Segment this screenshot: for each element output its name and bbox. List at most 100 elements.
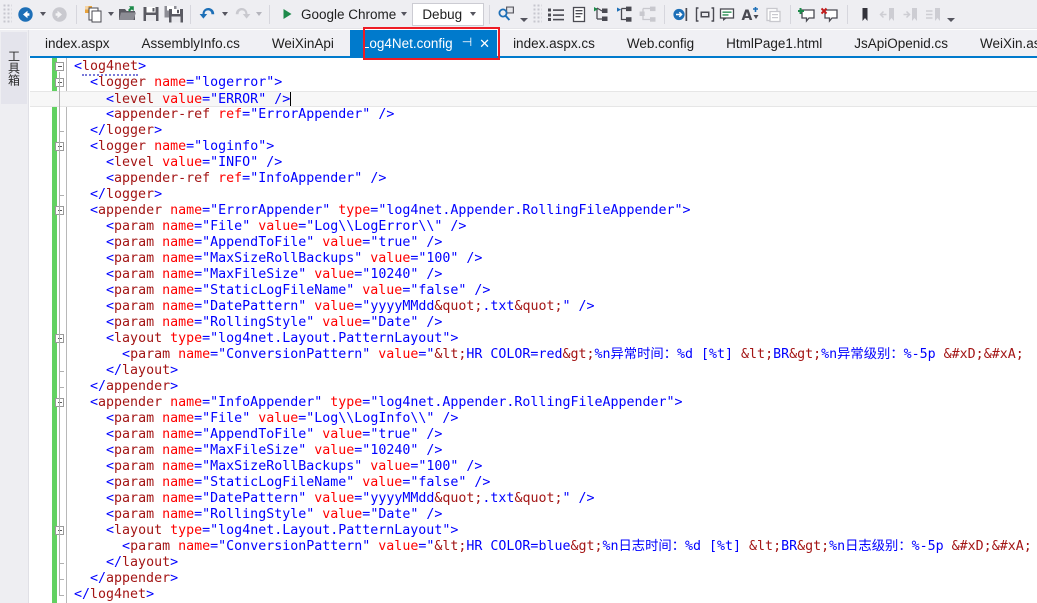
code-line-text: <appender name="InfoAppender" type="log4… — [90, 395, 683, 410]
class-view-button[interactable] — [613, 3, 636, 26]
code-line[interactable]: <log4net> — [30, 59, 1037, 76]
code-line[interactable]: <logger name="loginfo"> — [30, 139, 1037, 155]
code-line[interactable]: <param name="ConversionPattern" value="&… — [30, 347, 1037, 363]
code-line[interactable]: </log4net> — [30, 587, 1037, 603]
document-tab[interactable]: WeiXin.asl — [964, 30, 1037, 56]
code-line-text: <param name="File" value="Log\\LogInfo\\… — [106, 411, 459, 426]
code-line-text: </appender> — [90, 379, 179, 394]
pin-tab-icon[interactable]: ⊣ — [462, 36, 472, 48]
redo-dropdown[interactable] — [253, 3, 264, 25]
code-line-text: <param name="AppendToFile" value="true" … — [106, 427, 443, 442]
code-line[interactable]: <param name="MaxSizeRollBackups" value="… — [30, 459, 1037, 475]
code-line[interactable]: <param name="MaxSizeRollBackups" value="… — [30, 251, 1037, 267]
code-line[interactable]: <param name="DatePattern" value="yyyyMMd… — [30, 299, 1037, 315]
code-editor[interactable]: <log4net> <logger name="logerror"> <leve… — [30, 56, 1037, 603]
navigate-backward-button[interactable] — [14, 3, 37, 26]
document-tab[interactable]: index.aspx.cs — [497, 30, 611, 56]
toolbar-grip[interactable] — [3, 4, 12, 24]
debug-target-dropdown[interactable] — [398, 3, 409, 25]
code-line[interactable]: <param name="RollingStyle" value="Date" … — [30, 507, 1037, 523]
code-line[interactable]: <appender name="ErrorAppender" type="log… — [30, 203, 1037, 219]
object-browser-button[interactable] — [590, 3, 613, 26]
code-text-area[interactable]: <log4net> <logger name="logerror"> <leve… — [30, 59, 1037, 603]
document-tab[interactable]: AssemblyInfo.cs — [125, 30, 256, 56]
code-line[interactable]: <appender name="InfoAppender" type="log4… — [30, 395, 1037, 411]
save-all-button[interactable] — [162, 3, 185, 26]
code-line[interactable]: <param name="ConversionPattern" value="&… — [30, 539, 1037, 555]
code-line-text: <param name="AppendToFile" value="true" … — [106, 235, 443, 250]
toolbox-tab[interactable]: 工具箱 — [1, 32, 27, 104]
code-line[interactable]: <level value="INFO" /> — [30, 155, 1037, 171]
code-line[interactable]: </layout> — [30, 555, 1037, 571]
navigate-backward-dropdown[interactable] — [37, 3, 48, 25]
hierarchy-icon — [593, 6, 608, 21]
code-line[interactable]: </logger> — [30, 123, 1037, 139]
start-debug-button[interactable] — [275, 3, 298, 26]
solution-configuration-dropdown[interactable] — [464, 3, 482, 25]
solution-configuration-combo[interactable]: Debug — [412, 2, 485, 26]
code-line[interactable]: <layout type="log4net.Layout.PatternLayo… — [30, 523, 1037, 539]
code-line-current[interactable]: <level value="ERROR" /> — [30, 91, 1037, 107]
insert-snippet-button[interactable] — [693, 3, 716, 26]
code-line[interactable]: <param name="File" value="Log\\LogError\… — [30, 219, 1037, 235]
collapse-region-icon[interactable] — [55, 62, 64, 71]
next-bookmark-folder-button[interactable] — [922, 3, 945, 26]
toggle-bookmark-button[interactable] — [853, 3, 876, 26]
save-button[interactable] — [139, 3, 162, 26]
start-debug-target[interactable]: Google Chrome — [275, 3, 409, 26]
toggle-word-wrap-button[interactable]: A — [739, 3, 762, 26]
code-line[interactable]: <appender-ref ref="InfoAppender" /> — [30, 171, 1037, 187]
left-dock-panel: 工具箱 — [0, 30, 29, 603]
document-tab[interactable]: WeiXinApi — [255, 30, 350, 56]
code-line[interactable]: <param name="StaticLogFileName" value="f… — [30, 475, 1037, 491]
new-item-button[interactable] — [82, 3, 105, 26]
next-bookmark-button[interactable] — [899, 3, 922, 26]
code-line[interactable]: <param name="StaticLogFileName" value="f… — [30, 283, 1037, 299]
clipboard-ring-button[interactable] — [762, 3, 785, 26]
fold-region-guide-end — [59, 371, 64, 372]
attach-to-process-button[interactable] — [495, 3, 518, 26]
code-line[interactable]: <param name="File" value="Log\\LogInfo\\… — [30, 411, 1037, 427]
document-tab[interactable]: HtmlPage1.html — [710, 30, 839, 56]
toolbox-label: 工具箱 — [6, 50, 21, 86]
code-line[interactable]: <param name="MaxFileSize" value="10240" … — [30, 443, 1037, 459]
code-line[interactable]: <param name="AppendToFile" value="true" … — [30, 235, 1037, 251]
toolbar-overflow-button-right[interactable] — [945, 3, 957, 25]
add-bookmark-button[interactable] — [796, 3, 819, 26]
bookmark-folder-icon — [925, 7, 940, 21]
document-tab[interactable]: Web.config — [610, 30, 711, 56]
close-tab-icon[interactable]: ✕ — [479, 37, 490, 50]
clear-bookmarks-button[interactable] — [819, 3, 842, 26]
toolbar-grip[interactable] — [533, 4, 543, 24]
code-line[interactable]: <logger name="logerror"> — [30, 75, 1037, 91]
comment-selection-button[interactable] — [716, 3, 739, 26]
code-line[interactable]: </logger> — [30, 187, 1037, 203]
code-line[interactable]: <param name="MaxFileSize" value="10240" … — [30, 267, 1037, 283]
go-to-definition-button[interactable] — [670, 3, 693, 26]
previous-bookmark-button[interactable] — [876, 3, 899, 26]
code-line[interactable]: </appender> — [30, 379, 1037, 395]
fold-region-guide-end — [59, 595, 64, 596]
code-line[interactable]: <param name="AppendToFile" value="true" … — [30, 427, 1037, 443]
fold-region-guide-end — [59, 131, 64, 132]
redo-button[interactable] — [230, 3, 253, 26]
code-line[interactable]: </appender> — [30, 571, 1037, 587]
code-line[interactable]: <layout type="log4net.Layout.PatternLayo… — [30, 331, 1037, 347]
properties-window-button[interactable] — [567, 3, 590, 26]
code-line[interactable]: <param name="RollingStyle" value="Date" … — [30, 315, 1037, 331]
code-line[interactable]: <param name="DatePattern" value="yyyyMMd… — [30, 491, 1037, 507]
new-file-icon — [85, 6, 102, 23]
document-tab[interactable]: JsApiOpenid.cs — [838, 30, 964, 56]
new-item-dropdown[interactable] — [105, 3, 116, 25]
undo-dropdown[interactable] — [219, 3, 230, 25]
code-line[interactable]: <appender-ref ref="ErrorAppender" /> — [30, 107, 1037, 123]
document-tab[interactable]: index.aspx — [29, 30, 126, 56]
code-line[interactable]: </layout> — [30, 363, 1037, 379]
solution-explorer-button[interactable] — [544, 3, 567, 26]
document-tab-active[interactable]: Log4Net.config ⊣ ✕ — [349, 30, 498, 56]
navigate-forward-button[interactable] — [48, 3, 71, 26]
code-definition-button[interactable] — [636, 3, 659, 26]
open-file-button[interactable] — [116, 3, 139, 26]
toolbar-overflow-button[interactable] — [518, 3, 530, 25]
undo-button[interactable] — [196, 3, 219, 26]
